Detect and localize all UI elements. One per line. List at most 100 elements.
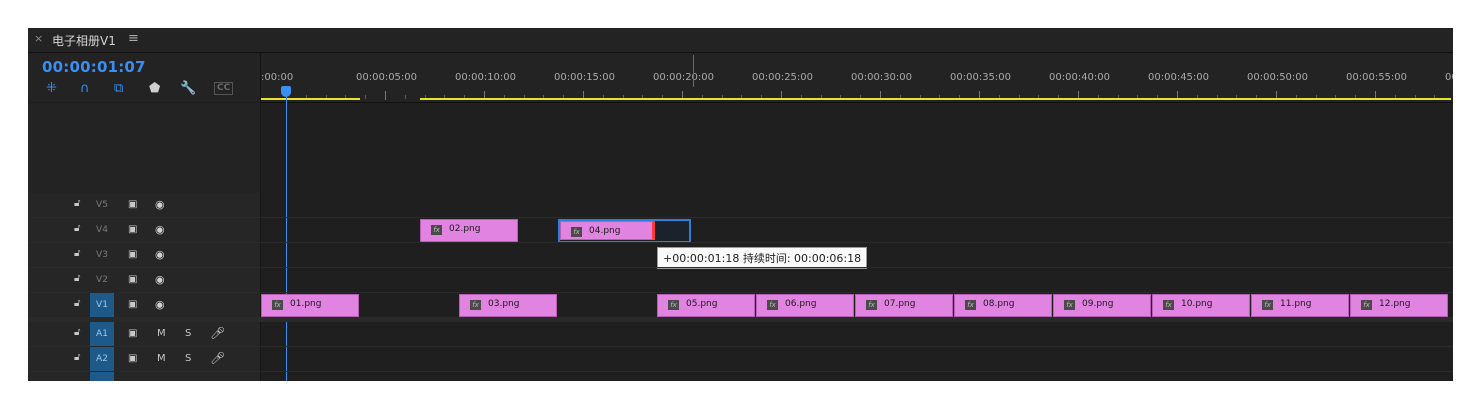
video-track-header: 🔓︎ V2 ▣ ◉ [28,268,261,292]
visibility-eye-icon[interactable]: ◉ [155,273,165,286]
magnet-icon[interactable]: ∩ [80,82,90,96]
ruler-time-label: 00:00:20:00 [653,72,715,83]
video-track-row[interactable]: 🔓︎ V3 ▣ ◉ [28,243,1453,268]
lock-icon[interactable]: 🔓︎ [74,248,80,259]
clip-name: 02.png [449,224,481,234]
visibility-eye-icon[interactable]: ◉ [155,298,165,311]
clip[interactable]: fx 05.png [657,294,755,317]
timeline-tab-bar: × 电子相册V1 ≡ [28,28,1453,53]
mute-button[interactable]: M [157,353,166,364]
track-target-label[interactable]: V2 [90,268,114,292]
microphone-icon[interactable]: 🎤︎ [210,351,225,365]
track-target-label[interactable]: V4 [90,218,114,242]
clip[interactable]: fx 03.png [459,294,557,317]
sync-lock-icon[interactable]: ▣ [128,353,140,364]
ruler-major-tick [385,91,386,100]
wrench-icon[interactable]: 🔧 [180,82,196,96]
ruler-time-label: 00:00:45:00 [1148,72,1210,83]
lock-icon[interactable]: 🔓︎ [74,273,80,284]
audio-track-header: 🔓︎ A1 ▣ M S 🎤︎ [28,322,261,346]
track-target-label[interactable]: V5 [90,193,114,217]
ruler-time-label: 00:00:30:00 [851,72,913,83]
clip[interactable]: fx 04.png [560,221,655,240]
ruler-time-label: 00:01:0 [1445,72,1453,83]
clip-name: 12.png [1379,299,1411,309]
ruler-time-label: 00:00:35:00 [950,72,1012,83]
playhead-handle[interactable] [281,86,291,97]
clip[interactable]: fx 06.png [756,294,854,317]
sync-lock-icon[interactable]: ▣ [128,199,140,210]
clip-name: 04.png [589,226,621,236]
ruler-time-label: 00:00:40:00 [1049,72,1111,83]
lock-icon[interactable]: 🔓︎ [74,223,80,234]
sync-lock-icon[interactable]: ▣ [128,328,140,339]
sync-lock-icon[interactable]: ▣ [128,249,140,260]
marker-icon[interactable]: ⬟ [149,82,160,96]
audio-track-row[interactable]: 🔓︎ A2 ▣ M S 🎤︎ [28,347,1453,372]
lock-icon[interactable]: 🔓︎ [74,327,80,338]
fx-badge-icon: fx [272,300,283,310]
video-track-header: 🔓︎ V1 ▣ ◉ [28,293,261,317]
clip[interactable]: fx 08.png [954,294,1052,317]
video-track-row[interactable]: 🔓︎ V2 ▣ ◉ [28,268,1453,293]
clip-name: 06.png [785,299,817,309]
clip-name: 09.png [1082,299,1114,309]
clip[interactable]: fx 12.png [1350,294,1448,317]
audio-track-row-partial[interactable] [28,372,1453,381]
lock-icon[interactable]: 🔓︎ [74,198,80,209]
clip[interactable]: fx 10.png [1152,294,1250,317]
sync-lock-icon[interactable]: ▣ [128,299,140,310]
clip[interactable]: fx 02.png [420,219,518,242]
video-track-header: 🔓︎ V5 ▣ ◉ [28,193,261,217]
clip-name: 08.png [983,299,1015,309]
ruler-time-label: 00:00:55:00 [1346,72,1408,83]
solo-button[interactable]: S [185,328,191,339]
clip-name: 11.png [1280,299,1312,309]
nest-snap-icon[interactable]: ⁜ [46,82,57,96]
work-area-bar[interactable] [420,98,1451,100]
clip-name: 05.png [686,299,718,309]
clip[interactable]: fx 11.png [1251,294,1349,317]
microphone-icon[interactable]: 🎤︎ [210,326,225,340]
mute-button[interactable]: M [157,328,166,339]
video-track-row[interactable]: 🔓︎ V5 ▣ ◉ [28,193,1453,218]
timeline-header-controls: 00:00:01:07 ⁜ ∩ ⧉ ⬟ 🔧 CC [28,53,261,102]
clip[interactable]: fx 07.png [855,294,953,317]
track-target-label[interactable]: V1 [90,293,114,317]
lock-icon[interactable]: 🔓︎ [74,352,80,363]
audio-track-row[interactable]: 🔓︎ A1 ▣ M S 🎤︎ [28,322,1453,347]
lock-icon[interactable]: 🔓︎ [74,298,80,309]
clip[interactable]: fx 09.png [1053,294,1151,317]
fx-badge-icon: fx [866,300,877,310]
sync-lock-icon[interactable]: ▣ [128,274,140,285]
track-target-label[interactable]: A2 [90,347,114,371]
clip-name: 10.png [1181,299,1213,309]
close-tab-icon[interactable]: × [34,32,43,45]
ruler-time-label: 00:00:50:00 [1247,72,1309,83]
visibility-eye-icon[interactable]: ◉ [155,248,165,261]
video-track-header: 🔓︎ V3 ▣ ◉ [28,243,261,267]
ruler-minor-tick [365,95,367,99]
timeline-panel: × 电子相册V1 ≡ 00:00:01:07 ⁜ ∩ ⧉ ⬟ 🔧 CC :00:… [28,28,1453,381]
playhead-timecode[interactable]: 00:00:01:07 [42,58,146,76]
fx-badge-icon: fx [571,227,582,237]
visibility-eye-icon[interactable]: ◉ [155,223,165,236]
time-ruler[interactable]: :00:00 00:00:05:00 00:00:10:00 00:00:15:00 0… [261,53,1453,103]
fx-badge-icon: fx [1262,300,1273,310]
work-area-bar[interactable] [261,98,360,100]
clip[interactable]: fx 01.png [261,294,359,317]
linked-selection-icon[interactable]: ⧉ [114,82,123,96]
panel-menu-icon[interactable]: ≡ [128,31,139,46]
track-target-label[interactable]: A1 [90,322,114,346]
solo-button[interactable]: S [185,353,191,364]
video-track-row[interactable]: 🔓︎ V4 ▣ ◉ [28,218,1453,243]
sequence-tab-title[interactable]: 电子相册V1 [52,32,116,49]
track-target-label[interactable] [90,372,114,381]
sync-lock-icon[interactable]: ▣ [128,224,140,235]
video-track-header: 🔓︎ V4 ▣ ◉ [28,218,261,242]
captions-icon[interactable]: CC [214,82,234,95]
track-target-label[interactable]: V3 [90,243,114,267]
clip-name: 01.png [290,299,322,309]
visibility-eye-icon[interactable]: ◉ [155,198,165,211]
empty-track-header-space [28,103,261,193]
